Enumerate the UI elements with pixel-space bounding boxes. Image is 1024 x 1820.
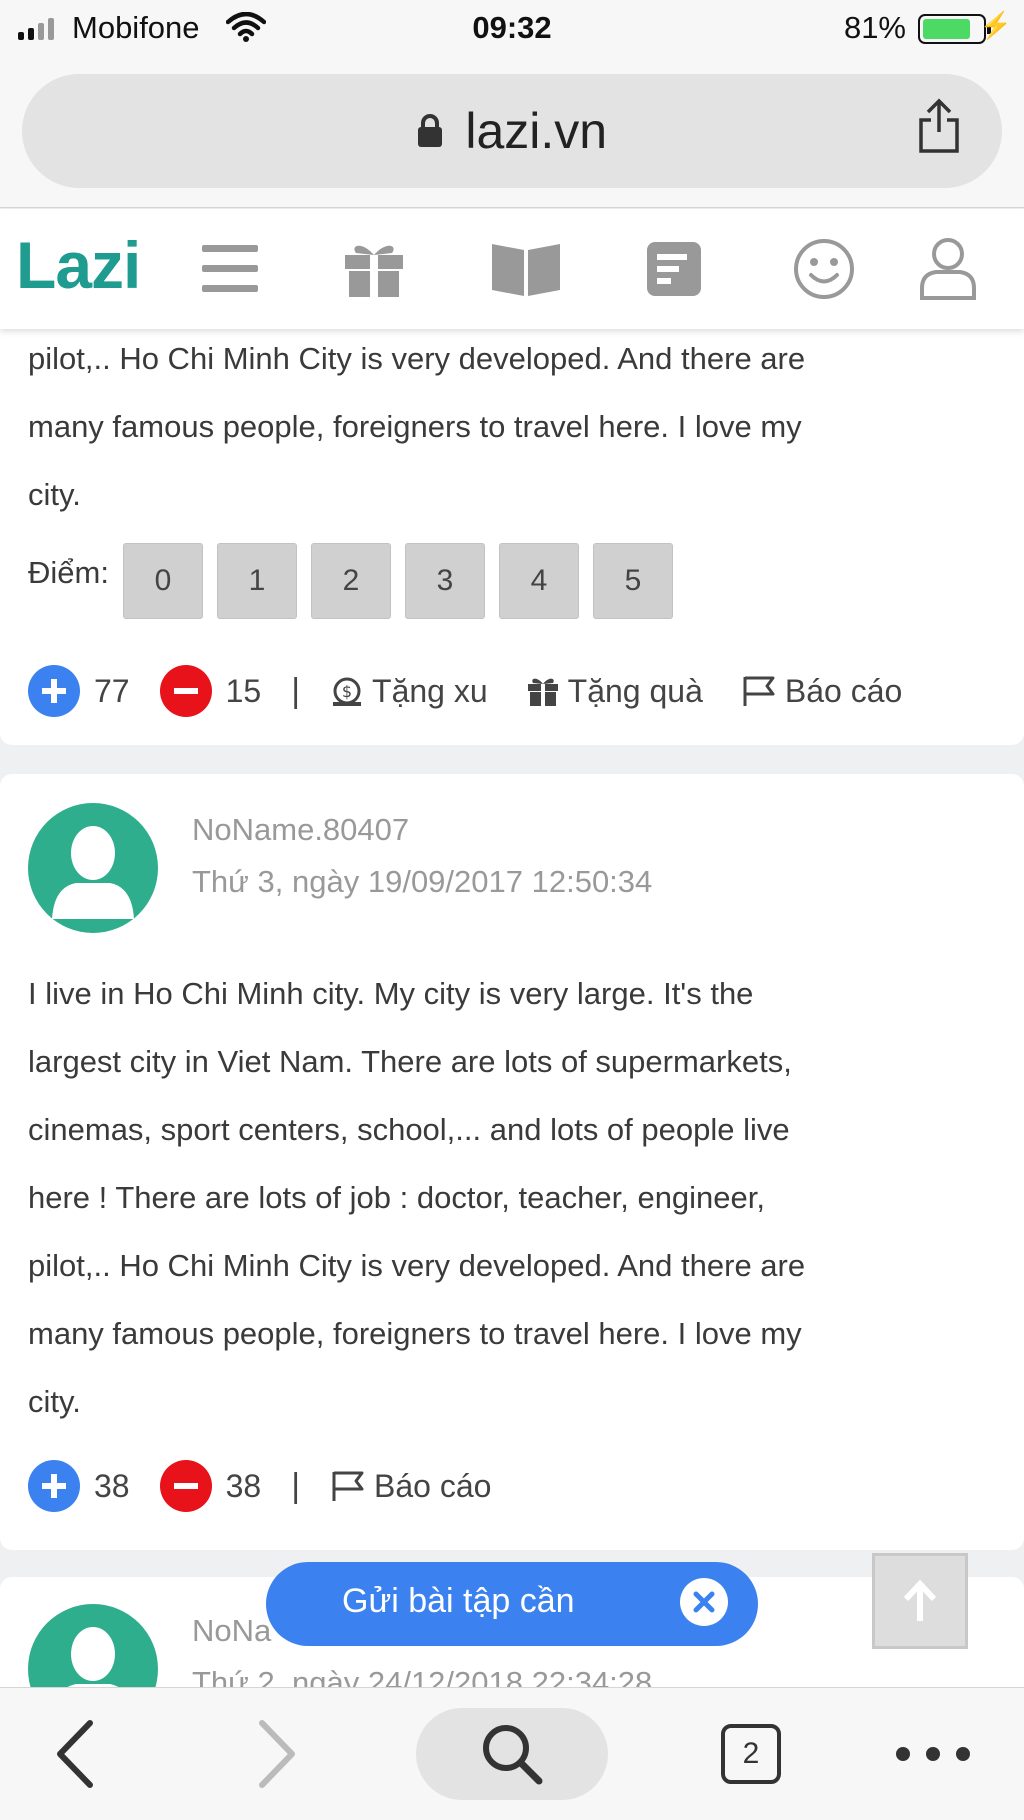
report-label: Báo cáo [784,672,903,709]
lock-icon [417,114,442,147]
battery-percent: 81% [843,10,906,45]
gift-small-icon [527,678,558,707]
gift-label: Tặng quà [567,672,703,709]
score-button-3[interactable]: 3 [404,543,485,619]
score-button-1[interactable]: 1 [216,543,297,619]
answer-text-line: many famous people, foreigners to travel… [28,1316,802,1351]
menu-icon[interactable] [192,231,268,307]
gift-coin-label: Tặng xu [372,672,488,709]
answer-text-line: pilot,.. Ho Chi Minh City is very develo… [28,341,806,376]
downvote-button[interactable] [159,1460,212,1512]
url-text: lazi.vn [465,103,608,159]
upvote-button[interactable] [28,665,80,717]
action-divider: | [291,1466,301,1505]
close-icon[interactable] [680,1578,728,1626]
report-button[interactable]: Báo cáo [741,673,902,710]
document-icon[interactable] [636,231,712,307]
minus-icon [173,1483,198,1489]
minus-icon [173,688,198,694]
tabs-count: 2 [721,1724,781,1784]
address-bar[interactable]: lazi.vn [22,74,1002,188]
action-divider: | [291,671,301,710]
upvote-count: 38 [94,1467,130,1504]
coin-bag-icon: $ [333,677,362,706]
downvote-button[interactable] [159,665,212,717]
answer-actions: 77 15 | $ Tặng xu Tặng quà Báo cáo [28,663,940,719]
score-button-2[interactable]: 2 [310,543,391,619]
answer-text: I live in Ho Chi Minh city. My city is v… [28,960,998,1436]
downvote-count: 15 [225,672,262,709]
gift-icon[interactable] [336,231,412,307]
upvote-count: 77 [94,672,130,709]
status-bar: Mobifone 09:32 81% ⚡ [0,0,1024,58]
upvote-button[interactable] [28,1460,80,1512]
answer-actions: 38 38 | Báo cáo [28,1458,529,1514]
report-label: Báo cáo [374,1467,492,1504]
scroll-to-top-button[interactable] [872,1553,968,1649]
chevron-left-icon [57,1720,93,1788]
forward-button[interactable] [248,1708,308,1800]
arrow-up-icon [903,1579,937,1621]
submit-homework-label: Gửi bài tập cần [342,1582,575,1620]
avatar[interactable] [28,803,158,933]
answer-text-line: city. [28,477,81,512]
score-button-4[interactable]: 4 [498,543,579,619]
score-row: Điểm: 0 1 2 3 4 5 [28,543,687,619]
score-button-0[interactable]: 0 [122,543,203,619]
site-logo[interactable]: Lazi [16,227,141,303]
svg-text:$: $ [342,682,352,701]
score-label: Điểm: [28,555,109,590]
answer-card: pilot,.. Ho Chi Minh City is very develo… [0,329,1024,745]
charging-icon: ⚡ [979,10,1012,40]
submit-homework-button[interactable]: Gửi bài tập cần [266,1562,758,1646]
downvote-count: 38 [225,1467,262,1504]
answer-text-line: here ! There are lots of job : doctor, t… [28,1180,766,1215]
gift-coin-button[interactable]: $ Tặng xu [330,673,488,710]
answer-card: NoName.80407 Thứ 3, ngày 19/09/2017 12:5… [0,774,1024,1550]
answer-text-line: city. [28,1384,81,1419]
battery-icon [918,14,991,44]
tabs-button[interactable]: 2 [716,1708,786,1800]
gift-button[interactable]: Tặng quà [526,673,703,710]
post-date: Thứ 2, ngày 24/12/2018 22:34:28 [192,1665,653,1687]
username[interactable]: NoNa [192,1613,271,1649]
browser-top-bar: lazi.vn [0,58,1024,208]
book-icon[interactable] [488,231,564,307]
site-header: Lazi [0,209,1024,329]
answer-text-line: pilot,.. Ho Chi Minh City is very develo… [28,1248,806,1283]
search-button[interactable] [416,1708,608,1800]
user-icon[interactable] [910,231,986,307]
chevron-right-icon [259,1720,295,1788]
plus-icon [42,679,66,703]
answer-text-line: many famous people, foreigners to travel… [28,409,802,444]
share-icon[interactable] [916,98,962,154]
report-button[interactable]: Báo cáo [330,1468,491,1505]
post-date: Thứ 3, ngày 19/09/2017 12:50:34 [192,864,653,899]
username[interactable]: NoName.80407 [192,812,409,848]
more-dots-icon [896,1747,970,1761]
plus-icon [42,1474,66,1498]
flag-icon [743,676,775,706]
browser-toolbar: 2 [0,1687,1024,1820]
more-button[interactable] [888,1708,978,1800]
answer-text-line: I live in Ho Chi Minh city. My city is v… [28,976,754,1011]
avatar[interactable] [28,1604,158,1687]
answer-text-line: largest city in Viet Nam. There are lots… [28,1044,792,1079]
answer-text-line: cinemas, sport centers, school,... and l… [28,1112,790,1147]
answer-text: pilot,.. Ho Chi Minh City is very develo… [28,329,998,529]
search-icon [483,1725,543,1785]
answers-list: pilot,.. Ho Chi Minh City is very develo… [0,329,1024,1687]
flag-icon [332,1471,364,1501]
score-button-5[interactable]: 5 [592,543,673,619]
smiley-icon[interactable] [786,231,862,307]
back-button[interactable] [44,1708,104,1800]
